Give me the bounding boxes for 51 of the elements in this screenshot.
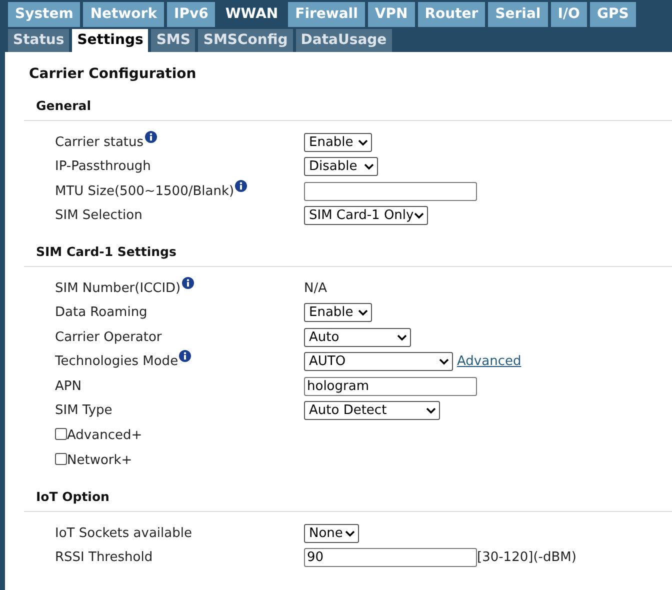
caret-icon [397, 334, 407, 341]
field-label: Carrier Operator [55, 330, 162, 345]
checkbox-label: Advanced+ [67, 428, 142, 443]
field-label: APN [55, 378, 82, 394]
field-label: MTU Size(500~1500/Blank) [55, 184, 234, 199]
info-icon[interactable] [179, 350, 192, 362]
range-hint: [30-120](-dBM) [477, 550, 576, 566]
caret-icon [426, 407, 436, 414]
advanced-link[interactable]: Advanced [457, 354, 522, 370]
info-icon[interactable] [144, 130, 157, 143]
field-label: IoT Sockets available [55, 526, 192, 541]
caret-icon [439, 358, 449, 366]
checkbox[interactable] [55, 428, 67, 440]
caret-icon [358, 138, 368, 146]
sub-tab[interactable]: Status [8, 29, 70, 52]
caret-icon [358, 309, 368, 316]
page-title: Carrier Configuration [29, 66, 198, 82]
section-title: SIM Card-1 Settings [24, 244, 672, 267]
info-icon[interactable] [182, 276, 194, 289]
field-label: RSSI Threshold [55, 550, 153, 566]
section-title: General [24, 98, 672, 121]
field-label: SIM Number(ICCID) [55, 280, 181, 296]
sub-tab[interactable]: Settings [72, 29, 148, 52]
field-label: SIM Selection [55, 208, 142, 224]
sub-tab[interactable]: DataUsage [296, 29, 392, 52]
checkbox[interactable] [55, 453, 67, 465]
value-text: N/A [304, 280, 327, 296]
dropdown[interactable]: None [304, 524, 359, 543]
caret-icon [414, 212, 424, 220]
field-label: Carrier status [55, 134, 144, 150]
sub-tab[interactable]: SMSConfig [198, 29, 293, 52]
field-label: Data Roaming [55, 305, 148, 320]
input-field[interactable] [304, 182, 477, 201]
field-label: IP-Passthrough [55, 159, 151, 174]
info-icon[interactable] [235, 180, 248, 192]
section-title: IoT Option [24, 489, 672, 512]
dropdown[interactable]: Auto Detect [304, 401, 440, 420]
dropdown[interactable]: AUTO [304, 352, 453, 372]
field-label: Technologies Mode [55, 354, 178, 370]
input-field[interactable]: hologram [304, 376, 477, 396]
input-field[interactable]: 90 [304, 548, 477, 568]
caret-icon [345, 530, 355, 537]
caret-icon [364, 163, 374, 170]
dropdown[interactable]: Enable [304, 132, 372, 152]
dropdown[interactable]: Auto [304, 328, 411, 347]
dropdown[interactable]: Disable [304, 157, 378, 176]
dropdown[interactable]: SIM Card-1 Only [304, 206, 428, 226]
sub-tab[interactable]: SMS [151, 29, 196, 52]
checkbox-label: Network+ [67, 453, 132, 468]
field-label: SIM Type [55, 403, 112, 418]
dropdown[interactable]: Enable [304, 303, 372, 322]
